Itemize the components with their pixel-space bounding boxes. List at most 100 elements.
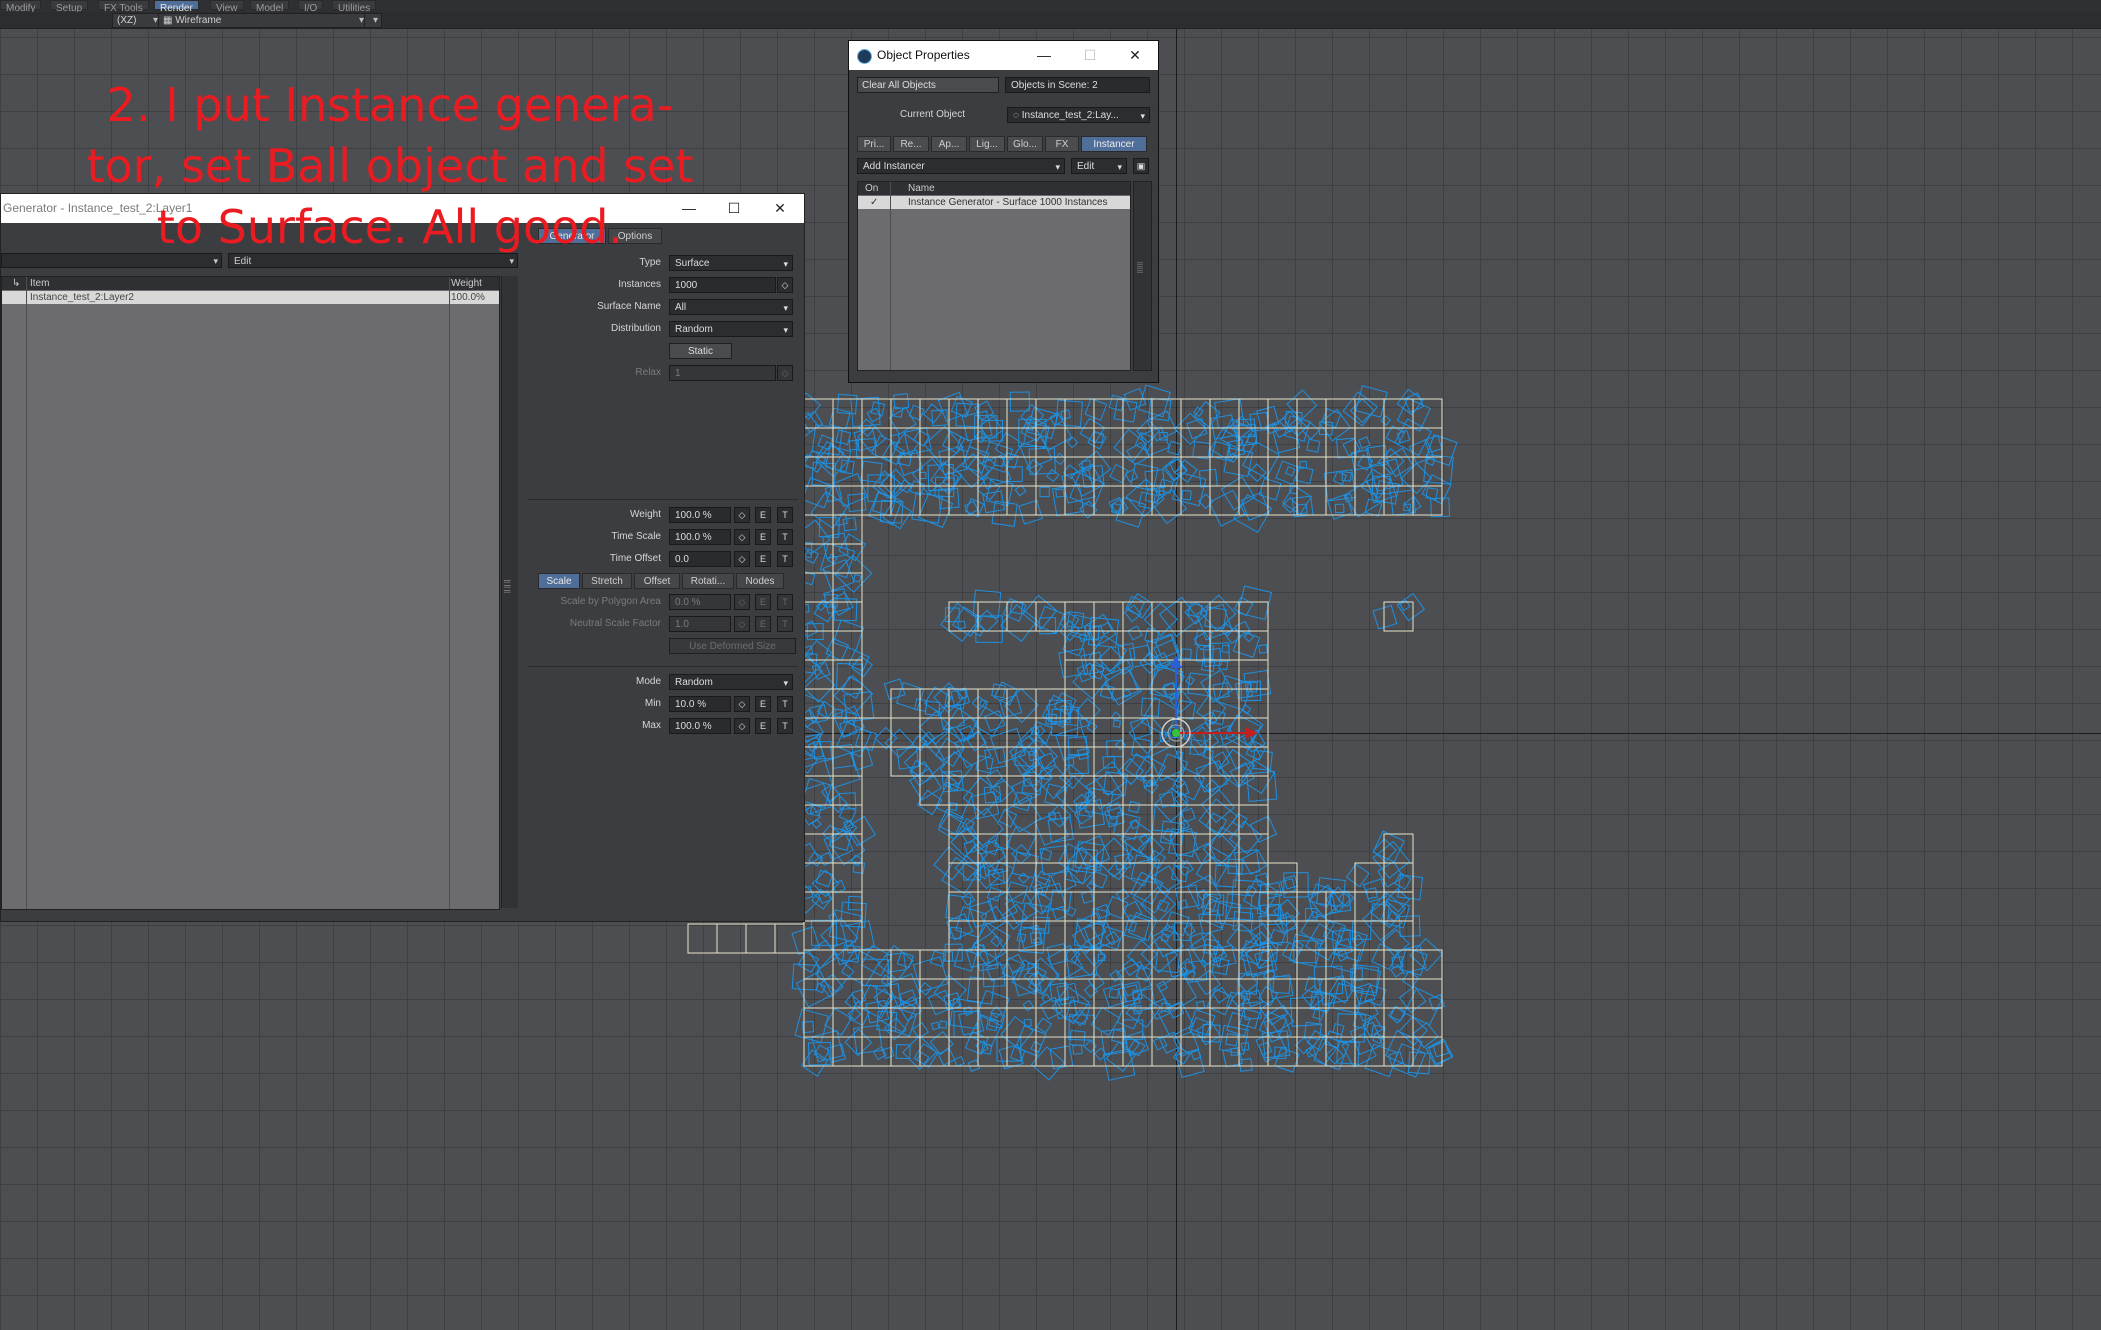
ball-instance	[1321, 408, 1342, 429]
current-object-select[interactable]: ◌ Instance_test_2:Lay... ▾	[1007, 107, 1150, 123]
generator-titlebar[interactable]: Generator - Instance_test_2:Layer1 — ☐ ✕	[1, 194, 804, 223]
ball-instance	[1125, 595, 1146, 616]
mode-select[interactable]: Random ▾	[669, 674, 793, 690]
weight-e-button[interactable]: E	[755, 507, 771, 523]
min-input[interactable]: 10.0 %	[669, 696, 731, 712]
item-source-dropdown[interactable]: ▾	[1, 253, 222, 268]
ball-instance	[1140, 935, 1179, 974]
time-scale-input[interactable]: 100.0 %	[669, 529, 731, 545]
close-icon[interactable]: ✕	[757, 194, 803, 223]
ball-instance	[1039, 848, 1053, 861]
static-button[interactable]: Static	[669, 343, 732, 359]
column-weight[interactable]: Weight	[451, 277, 482, 290]
instancer-edit-select[interactable]: Edit ▾	[1071, 158, 1127, 174]
instancer-list[interactable]: On Name ✓ Instance Generator - Surface 1…	[857, 181, 1131, 371]
tab-options[interactable]: Options	[608, 228, 662, 244]
subtab-nodes[interactable]: Nodes	[736, 573, 784, 589]
clear-all-objects-button[interactable]: Clear All Objects	[857, 77, 999, 93]
list-scrollbar[interactable]: ═ ═ ═	[1133, 181, 1152, 371]
mesh-polygon	[1238, 427, 1269, 458]
surface-name-select[interactable]: All ▾	[669, 299, 793, 315]
tab-appearance[interactable]: Ap...	[931, 136, 967, 152]
time-scale-e-button[interactable]: E	[755, 529, 771, 545]
object-properties-titlebar[interactable]: Object Properties — ☐ ✕	[849, 41, 1158, 70]
ball-instance	[969, 900, 997, 928]
ball-instance	[1039, 486, 1050, 498]
relax-input[interactable]: 1	[669, 365, 776, 381]
list-header: ↳ Item Weight	[2, 277, 499, 290]
type-label: Type	[639, 257, 661, 268]
ball-instance	[1009, 1046, 1026, 1062]
ball-instance	[1295, 465, 1314, 485]
close-icon[interactable]: ✕	[1112, 41, 1158, 70]
tab-lights[interactable]: Lig...	[969, 136, 1005, 152]
ball-instance	[983, 785, 1002, 804]
scale-area-t-button[interactable]: T	[777, 594, 793, 610]
column-name[interactable]: Name	[908, 182, 935, 195]
time-offset-e-button[interactable]: E	[755, 551, 771, 567]
list-item[interactable]: Instance_test_2:Layer2 100.0%	[2, 291, 499, 304]
time-offset-t-button[interactable]: T	[777, 551, 793, 567]
envelope-icon[interactable]: ◇	[734, 594, 750, 610]
edit-dropdown[interactable]: Edit ▾	[228, 253, 518, 268]
checkmark-icon[interactable]: ✓	[870, 196, 878, 209]
weight-input[interactable]: 100.0 %	[669, 507, 731, 523]
subtab-offset[interactable]: Offset	[634, 573, 680, 589]
subtab-rotation[interactable]: Rotati...	[682, 573, 734, 589]
envelope-icon[interactable]: ◇	[734, 529, 750, 545]
tab-render[interactable]: Re...	[893, 136, 929, 152]
scrollbar-grip[interactable]: ═ ═ ═	[1137, 260, 1147, 278]
add-instancer-select[interactable]: Add Instancer ▾	[857, 158, 1065, 174]
subtab-scale[interactable]: Scale	[538, 573, 580, 589]
tab-primitives[interactable]: Pri...	[857, 136, 891, 152]
envelope-icon[interactable]: ◇	[734, 507, 750, 523]
ball-instance	[1049, 889, 1072, 912]
maximize-icon[interactable]: ☐	[1067, 41, 1113, 70]
use-deformed-size-button[interactable]: Use Deformed Size	[669, 638, 796, 654]
maximize-icon[interactable]: ☐	[711, 194, 757, 223]
ball-instance	[1174, 412, 1207, 446]
max-input[interactable]: 100.0 %	[669, 718, 731, 734]
min-t-button[interactable]: T	[777, 696, 793, 712]
ball-instance	[1285, 466, 1296, 477]
time-scale-t-button[interactable]: T	[777, 529, 793, 545]
clipboard-icon[interactable]: ▣	[1133, 158, 1149, 174]
minimize-icon[interactable]: —	[666, 194, 712, 223]
scale-area-e-button[interactable]: E	[755, 594, 771, 610]
instanced-items-list[interactable]: ↳ Item Weight Instance_test_2:Layer2 100…	[1, 276, 500, 910]
ball-instance	[1047, 803, 1072, 828]
list-item[interactable]: ✓ Instance Generator - Surface 1000 Inst…	[858, 196, 1130, 209]
tab-generator[interactable]: Generator	[538, 228, 606, 244]
neutral-scale-factor-input[interactable]: 1.0	[669, 616, 731, 632]
ball-instance	[1157, 1001, 1195, 1038]
tab-instancer[interactable]: Instancer	[1081, 136, 1147, 152]
envelope-icon[interactable]: ◇	[734, 696, 750, 712]
envelope-icon[interactable]: ◇	[734, 616, 750, 632]
ball-instance	[1087, 973, 1105, 991]
envelope-icon[interactable]: ◇	[777, 365, 793, 381]
neutral-scale-e-button[interactable]: E	[755, 616, 771, 632]
tab-global[interactable]: Glo...	[1007, 136, 1043, 152]
envelope-icon[interactable]: ◇	[777, 277, 793, 293]
instances-input[interactable]: 1000	[669, 277, 776, 293]
scale-by-polygon-area-input[interactable]: 0.0 %	[669, 594, 731, 610]
subtab-stretch[interactable]: Stretch	[582, 573, 632, 589]
max-t-button[interactable]: T	[777, 718, 793, 734]
distribution-select[interactable]: Random ▾	[669, 321, 793, 337]
weight-t-button[interactable]: T	[777, 507, 793, 523]
neutral-scale-t-button[interactable]: T	[777, 616, 793, 632]
column-item[interactable]: Item	[30, 277, 49, 290]
type-select[interactable]: Surface ▾	[669, 255, 793, 271]
time-offset-input[interactable]: 0.0	[669, 551, 731, 567]
min-e-button[interactable]: E	[755, 696, 771, 712]
envelope-icon[interactable]: ◇	[734, 718, 750, 734]
column-on[interactable]: On	[865, 182, 878, 195]
ball-instance	[1130, 737, 1152, 759]
tab-fx[interactable]: FX	[1045, 136, 1079, 152]
envelope-icon[interactable]: ◇	[734, 551, 750, 567]
minimize-icon[interactable]: —	[1021, 41, 1067, 70]
max-e-button[interactable]: E	[755, 718, 771, 734]
ball-instance	[1307, 1035, 1338, 1066]
panel-splitter-handle[interactable]: ═ ═ ═	[504, 577, 514, 596]
ball-instance	[1306, 438, 1321, 453]
